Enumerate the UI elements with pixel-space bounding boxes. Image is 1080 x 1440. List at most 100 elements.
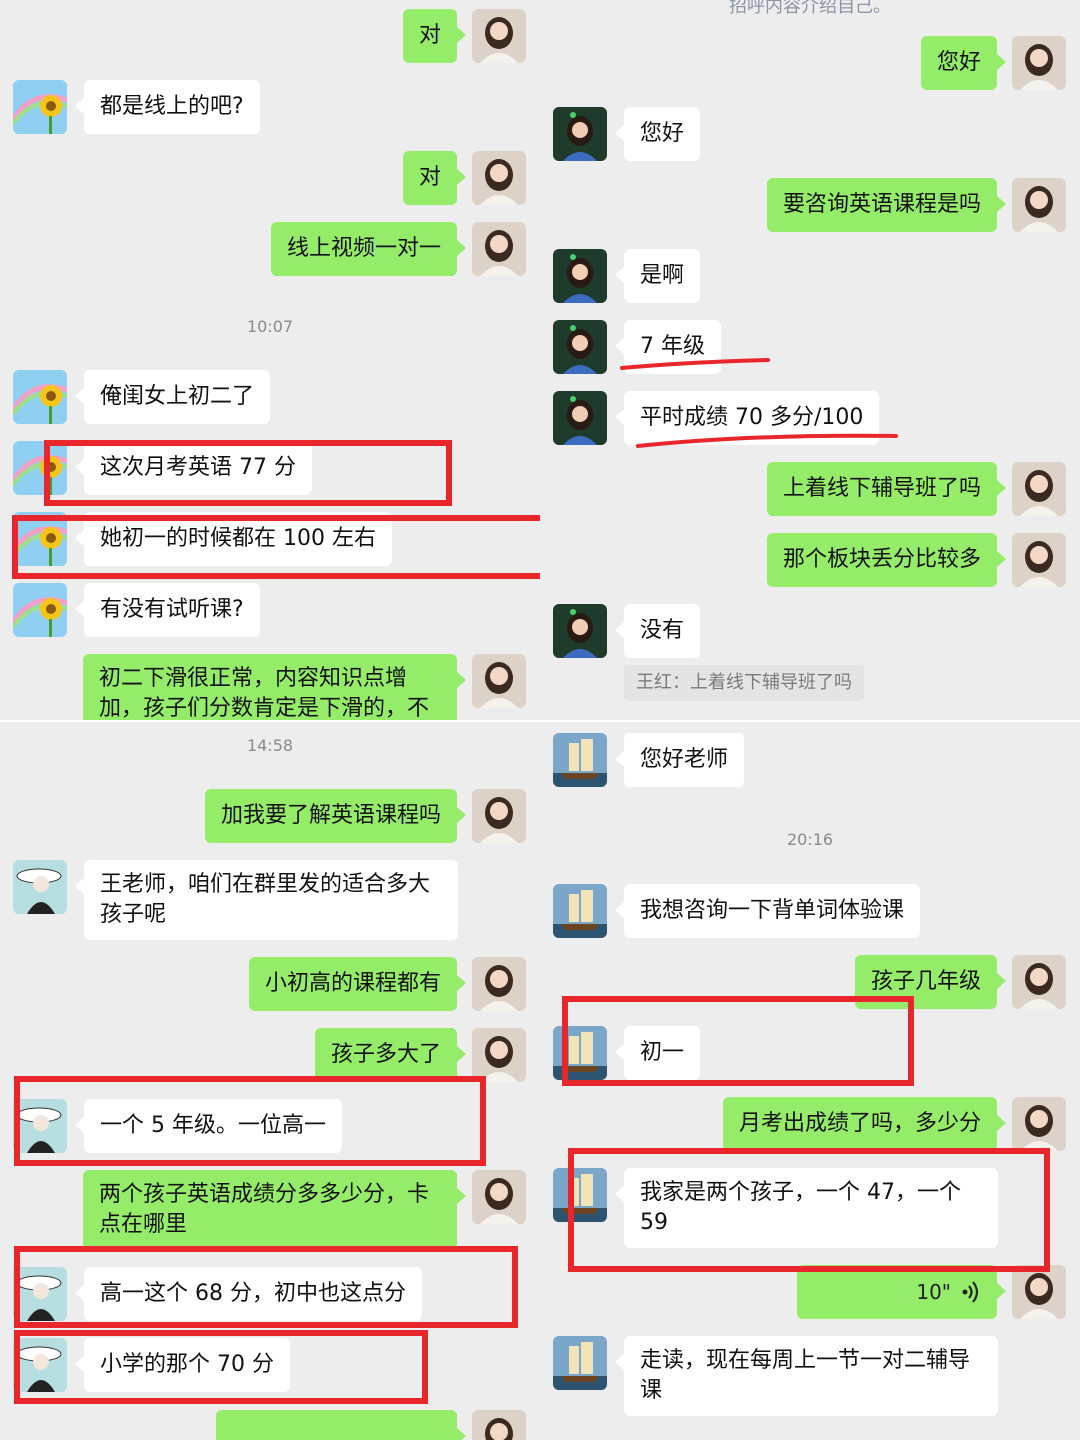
highlight-box xyxy=(568,1148,1050,1272)
avatar[interactable] xyxy=(472,1410,526,1440)
girl-icon xyxy=(553,391,607,445)
woman-icon xyxy=(1012,533,1066,587)
message-bubble[interactable]: 您好 xyxy=(614,107,701,161)
highlight-box xyxy=(12,515,540,579)
woman-icon xyxy=(1012,462,1066,516)
avatar[interactable] xyxy=(1012,955,1066,1009)
chat-panel-top-left: 对 都是线上的吧? 对 线上视频一对一 10:07 俺闺女上初二了 这次月考英语… xyxy=(0,0,540,720)
girl-icon xyxy=(553,604,607,658)
avatar[interactable] xyxy=(553,1336,607,1390)
highlight-box xyxy=(562,996,914,1086)
avatar[interactable] xyxy=(553,249,607,303)
message-bubble[interactable]: 小初高的课程都有 xyxy=(248,957,467,1011)
message-bubble[interactable]: 初二下滑很正常，内容知识点增加，孩子们分数肯定是下滑的，不 xyxy=(83,654,466,720)
message-bubble[interactable]: 上着线下辅导班了吗 xyxy=(766,462,1007,516)
highlight-box xyxy=(14,1330,428,1404)
message-bubble[interactable]: 王老师，咱们在群里发的适合多大孩子呢 xyxy=(75,860,458,940)
highlight-box xyxy=(44,440,452,506)
avatar[interactable] xyxy=(1012,1097,1066,1151)
voice-message-bubble[interactable]: 10" xyxy=(797,1265,1006,1319)
avatar[interactable] xyxy=(1012,462,1066,516)
woman-icon xyxy=(472,957,526,1011)
underline-mark xyxy=(620,358,770,370)
avatar[interactable] xyxy=(472,151,526,205)
woman-icon xyxy=(472,151,526,205)
woman-icon xyxy=(472,9,526,63)
chat-panel-bottom-left: 14:58 加我要了解英语课程吗 王老师，咱们在群里发的适合多大孩子呢 小初高的… xyxy=(0,722,540,1440)
message-bubble[interactable]: 加我要了解英语课程吗 xyxy=(204,789,467,843)
avatar[interactable] xyxy=(1012,533,1066,587)
girl-icon xyxy=(553,107,607,161)
message-bubble[interactable]: 是啊 xyxy=(614,249,701,303)
message-bubble[interactable]: 没有 xyxy=(614,604,701,658)
avatar[interactable] xyxy=(1012,178,1066,232)
avatar[interactable] xyxy=(553,604,607,658)
highlight-box xyxy=(14,1076,486,1166)
system-note: 招呼内容介绍自己。 xyxy=(729,0,891,17)
message-bubble[interactable]: 您好 xyxy=(920,36,1007,90)
voice-wave-icon xyxy=(962,1281,979,1303)
avatar[interactable] xyxy=(553,391,607,445)
woman-icon xyxy=(1012,1265,1066,1319)
girl-icon xyxy=(553,320,607,374)
woman-icon xyxy=(1012,36,1066,90)
woman-icon xyxy=(1012,955,1066,1009)
woman-icon xyxy=(472,789,526,843)
woman-icon xyxy=(472,1028,526,1082)
chat-panel-bottom-right: 您好老师 20:16 我想咨询一下背单词体验课 孩子几年级 初一 月考出成绩了吗… xyxy=(540,722,1080,1440)
woman-icon xyxy=(472,222,526,276)
lady-hat-icon xyxy=(13,860,67,914)
message-bubble[interactable]: 要咨询英语课程是吗 xyxy=(766,178,1007,232)
message-bubble[interactable]: 两个孩子英语成绩分多多少分，卡点在哪里 xyxy=(83,1170,466,1250)
message-bubble[interactable]: 您好老师 xyxy=(614,733,745,787)
avatar[interactable] xyxy=(553,320,607,374)
message-bubble[interactable]: 有没有试听课? xyxy=(75,583,260,637)
woman-icon xyxy=(472,1410,526,1440)
message-bubble[interactable]: 都是线上的吧? xyxy=(75,80,260,134)
avatar[interactable] xyxy=(472,957,526,1011)
avatar[interactable] xyxy=(553,884,607,938)
sunflower-icon xyxy=(13,80,67,134)
avatar[interactable] xyxy=(472,222,526,276)
avatar[interactable] xyxy=(472,789,526,843)
avatar[interactable] xyxy=(13,80,67,134)
message-bubble[interactable]: 我想咨询一下背单词体验课 xyxy=(614,884,921,938)
message-bubble[interactable]: 走读，现在每周上一节一对二辅导课 xyxy=(615,1336,998,1416)
underline-mark xyxy=(636,433,898,448)
message-bubble[interactable]: 孩子多大了 xyxy=(314,1028,467,1082)
timestamp: 10:07 xyxy=(246,317,294,336)
avatar[interactable] xyxy=(1012,36,1066,90)
sunflower-icon xyxy=(13,370,67,424)
message-bubble[interactable]: 俺闺女上初二了 xyxy=(74,370,271,424)
message-bubble[interactable]: 那个板块丢分比较多 xyxy=(766,533,1007,587)
woman-icon xyxy=(1012,178,1066,232)
timestamp: 14:58 xyxy=(246,736,294,755)
message-bubble[interactable]: 对 xyxy=(402,151,467,205)
voice-duration: 10" xyxy=(916,1280,951,1304)
quoted-message[interactable]: 王红：上着线下辅导班了吗 xyxy=(624,665,864,701)
message-bubble[interactable]: 月考出成绩了吗，多少分 xyxy=(722,1097,1007,1151)
woman-icon xyxy=(1012,1097,1066,1151)
avatar[interactable] xyxy=(13,370,67,424)
avatar[interactable] xyxy=(1012,1265,1066,1319)
avatar[interactable] xyxy=(472,1170,526,1224)
sunflower-icon xyxy=(13,583,67,637)
ship-icon xyxy=(553,884,607,938)
ship-icon xyxy=(553,1336,607,1390)
message-bubble[interactable]: 对 xyxy=(402,9,467,63)
message-bubble-partial[interactable] xyxy=(216,1410,466,1440)
girl-icon xyxy=(553,249,607,303)
timestamp: 20:16 xyxy=(786,830,834,849)
avatar[interactable] xyxy=(472,1028,526,1082)
woman-icon xyxy=(472,654,526,708)
avatar[interactable] xyxy=(553,107,607,161)
message-bubble[interactable]: 线上视频一对一 xyxy=(270,222,467,276)
avatar[interactable] xyxy=(472,654,526,708)
highlight-box xyxy=(14,1246,518,1328)
avatar[interactable] xyxy=(13,583,67,637)
avatar[interactable] xyxy=(13,860,67,914)
chat-panel-top-right: 招呼内容介绍自己。 您好 您好 要咨询英语课程是吗 是啊 7 年级 平时成绩 7… xyxy=(540,0,1080,720)
avatar[interactable] xyxy=(553,733,607,787)
woman-icon xyxy=(472,1170,526,1224)
avatar[interactable] xyxy=(472,9,526,63)
